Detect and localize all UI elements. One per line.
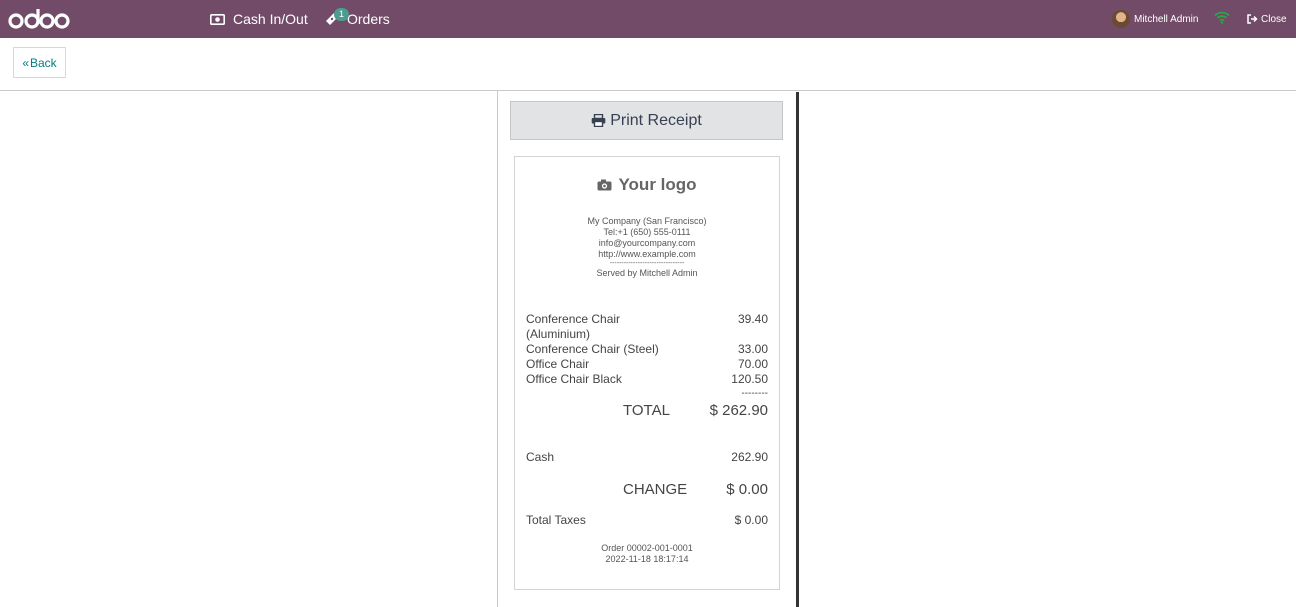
line-product-name: Conference Chair (Steel) <box>526 342 659 356</box>
taxes-row: Total Taxes $ 0.00 <box>526 513 768 527</box>
back-button[interactable]: « Back <box>13 47 66 78</box>
line-product-name: Office Chair Black <box>526 372 622 386</box>
receipt-area-left-border <box>497 91 498 607</box>
user-name: Mitchell Admin <box>1134 13 1199 25</box>
line-amount: 39.40 <box>737 312 768 326</box>
change-value: $ 0.00 <box>726 481 768 498</box>
company-phone: Tel:+1 (650) 555-0111 <box>603 227 691 237</box>
back-label: Back <box>30 55 57 70</box>
subtotal-separator: -------- <box>741 388 768 399</box>
company-name: My Company (San Francisco) <box>587 216 707 226</box>
order-line: Conference Chair (Steel) 33.00 <box>526 342 768 357</box>
separator: -------------------------------- <box>609 260 685 267</box>
line-amount: 120.50 <box>731 372 768 386</box>
close-label: Close <box>1261 13 1287 25</box>
odoo-logo <box>8 9 70 29</box>
company-logo: Your logo <box>515 175 779 195</box>
avatar <box>1112 10 1130 28</box>
order-line: Office Chair 70.00 <box>526 357 768 372</box>
payment-method: Cash <box>526 450 555 464</box>
line-product-name: Office Chair <box>526 357 590 371</box>
orders-button[interactable]: 1 Orders <box>325 0 390 38</box>
camera-icon <box>597 179 612 191</box>
line-amount: 33.00 <box>737 342 768 356</box>
company-email: info@yourcompany.com <box>598 238 696 248</box>
wifi-icon <box>1214 11 1230 24</box>
line-amount: 70.00 <box>737 357 768 371</box>
money-icon <box>210 13 225 25</box>
print-receipt-button[interactable]: Print Receipt <box>510 101 783 140</box>
taxes-label: Total Taxes <box>526 513 586 527</box>
close-button[interactable]: Close <box>1247 0 1287 38</box>
top-navbar: Cash In/Out 1 Orders Mitchell Admin Clos… <box>0 0 1296 38</box>
line-product-name: Conference Chair (Aluminium) <box>526 312 621 341</box>
cash-in-out-label: Cash In/Out <box>233 11 308 27</box>
receipt-area-right-border <box>796 92 799 607</box>
print-receipt-label: Print Receipt <box>610 111 702 129</box>
served-by: Served by Mitchell Admin <box>596 268 698 278</box>
payment-amount: 262.90 <box>731 450 768 464</box>
total-value: $ 262.90 <box>709 402 768 419</box>
order-number: Order 00002-001-0001 <box>601 543 693 553</box>
change-label: CHANGE <box>623 481 688 498</box>
total-label: TOTAL <box>623 402 670 419</box>
orders-label: Orders <box>347 11 390 27</box>
logo-text: Your logo <box>618 175 697 194</box>
taxes-value: $ 0.00 <box>734 513 768 527</box>
order-line: Office Chair Black 120.50 <box>526 372 768 387</box>
order-reference: Order 00002-001-0001 2022-11-18 18:17:14 <box>515 543 779 565</box>
payment-row: Cash 262.90 <box>526 450 768 464</box>
double-chevron-left-icon: « <box>22 55 29 70</box>
orders-count-badge: 1 <box>334 8 350 21</box>
sign-out-icon <box>1247 14 1258 24</box>
order-date: 2022-11-18 18:17:14 <box>605 554 689 564</box>
cash-in-out-button[interactable]: Cash In/Out <box>210 0 308 38</box>
company-info: My Company (San Francisco) Tel:+1 (650) … <box>515 216 779 279</box>
receipt: Your logo My Company (San Francisco) Tel… <box>514 156 780 590</box>
control-bar: « Back <box>0 38 1296 91</box>
order-line: Conference Chair (Aluminium) 39.40 <box>526 312 768 342</box>
printer-icon <box>591 114 606 127</box>
user-menu[interactable]: Mitchell Admin <box>1112 0 1198 38</box>
order-lines: Conference Chair (Aluminium) 39.40 Confe… <box>526 312 768 387</box>
company-website: http://www.example.com <box>598 249 696 259</box>
